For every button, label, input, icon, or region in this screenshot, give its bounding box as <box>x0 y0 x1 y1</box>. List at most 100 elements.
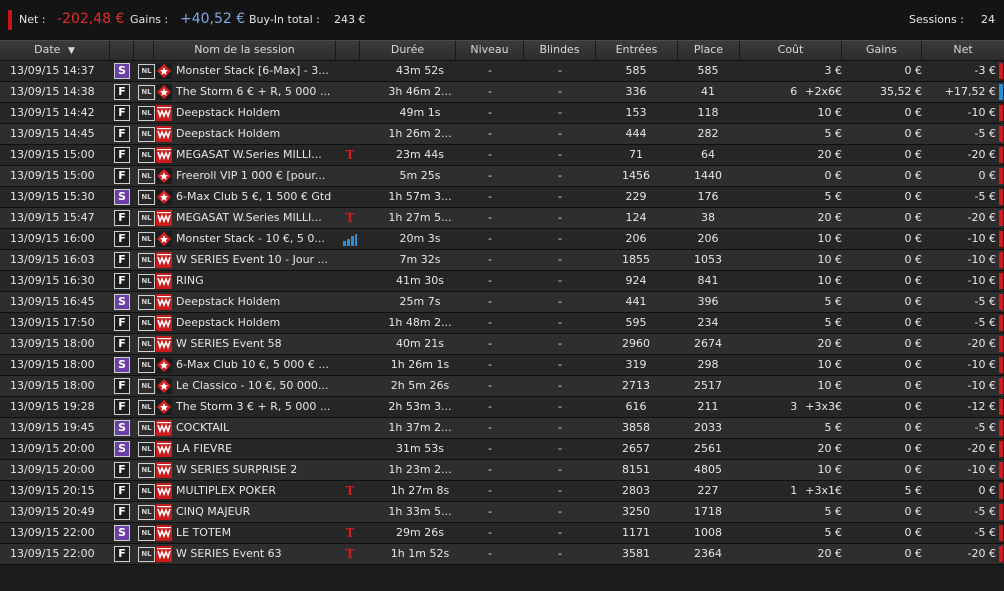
session-cost: 1 +3x1€ <box>740 481 842 501</box>
session-cost: 3 € <box>740 61 843 81</box>
session-flag: T <box>342 145 358 165</box>
session-place: 176 <box>697 190 719 203</box>
variant-badge: NL <box>138 442 155 457</box>
table-row[interactable]: 13/09/15 15:00 F NL Freeroll VIP 1 000 € [p… <box>0 166 1004 187</box>
table-row[interactable]: 13/09/15 15:30 S NL 6-Max Club 5 €, 1 500 €… <box>0 187 1004 208</box>
session-duration: 23m 44s <box>396 148 444 161</box>
table-row[interactable]: 13/09/15 22:00 S NL LE TOTEM T 29m 26s - - 1171 1… <box>0 523 1004 544</box>
session-net: -20 € <box>967 442 996 455</box>
session-name: CINQ MAJEUR <box>176 505 251 518</box>
table-row[interactable]: 13/09/15 16:03 F NL W SERIES Event 10 - Jou… <box>0 250 1004 271</box>
session-place: 841 <box>697 274 719 287</box>
session-gains: 35,52 € <box>880 85 922 98</box>
session-entries: 616 <box>625 400 647 413</box>
session-entries: 3250 <box>622 505 650 518</box>
table-row[interactable]: 13/09/15 20:49 F NL CINQ MAJEUR 1h 33m 5... -… <box>0 502 1004 523</box>
session-type-badge: F <box>114 315 130 331</box>
table-row[interactable]: 13/09/15 22:00 F NL W SERIES Event 63 T 1h 1m… <box>0 544 1004 565</box>
session-name: Deepstack Holdem <box>176 316 281 329</box>
session-entries: 8151 <box>622 463 650 476</box>
session-name: MEGASAT W.Series MILLI... <box>176 211 322 224</box>
table-row[interactable]: 13/09/15 18:00 F NL W SERIES Event 58 40m 21… <box>0 334 1004 355</box>
session-level: - <box>488 211 492 224</box>
net-value: -202,48 € <box>57 11 125 27</box>
session-gains: 0 € <box>904 547 923 560</box>
table-row[interactable]: 13/09/15 19:45 S NL COCKTAIL 1h 37m 2... - - 38… <box>0 418 1004 439</box>
session-level: - <box>488 379 492 392</box>
session-date: 13/09/15 14:42 <box>10 106 95 119</box>
session-place: 227 <box>697 484 719 497</box>
table-row[interactable]: 13/09/15 20:00 F NL W SERIES SURPRISE 2 1h 2… <box>0 460 1004 481</box>
net-indicator-bar <box>999 378 1003 394</box>
column-gains[interactable]: Gains <box>842 41 922 60</box>
cost-value: 20 € <box>817 442 843 455</box>
session-net: -10 € <box>967 232 996 245</box>
session-gains: 5 € <box>904 484 923 497</box>
cost-buyin: 6 <box>790 85 798 98</box>
table-row[interactable]: 13/09/15 15:47 F NL MEGASAT W.Series MILLI.… <box>0 208 1004 229</box>
column-duration[interactable]: Durée <box>360 41 456 60</box>
column-cost[interactable]: Coût <box>740 41 842 60</box>
column-net[interactable]: Net <box>922 41 1004 60</box>
cost-value: 5 € <box>824 316 843 329</box>
winamax-icon <box>156 210 172 226</box>
column-date[interactable]: Date ▼ <box>0 41 110 60</box>
column-name[interactable]: Nom de la session <box>154 41 336 60</box>
table-row[interactable]: 13/09/15 16:30 F NL RING 41m 30s - - 924 841 10 €… <box>0 271 1004 292</box>
session-flag <box>342 229 358 249</box>
column-variant[interactable] <box>134 41 154 60</box>
table-row[interactable]: 13/09/15 14:45 F NL Deepstack Holdem 1h 26m … <box>0 124 1004 145</box>
session-cost: 10 € <box>740 376 843 396</box>
column-level[interactable]: Niveau <box>456 41 524 60</box>
session-cost: 10 € <box>740 460 843 480</box>
session-entries: 319 <box>625 358 647 371</box>
table-row[interactable]: 13/09/15 14:42 F NL Deepstack Holdem 49m 1s -… <box>0 103 1004 124</box>
column-flag[interactable] <box>336 41 360 60</box>
net-indicator-bar <box>999 483 1003 499</box>
session-place: 1440 <box>694 169 722 182</box>
session-level: - <box>488 190 492 203</box>
session-name: Monster Stack - 10 €, 5 0... <box>176 232 325 245</box>
net-label: Net : <box>19 13 46 26</box>
session-duration: 1h 33m 5... <box>388 505 452 518</box>
session-blinds: - <box>558 358 562 371</box>
session-cost: 20 € <box>740 439 843 459</box>
session-place: 2364 <box>694 547 722 560</box>
net-indicator-bar <box>999 294 1003 310</box>
column-type[interactable] <box>110 41 134 60</box>
sessions-table-body: 13/09/15 14:37 S NL Monster Stack [6-Max] -… <box>0 61 1004 565</box>
table-row[interactable]: 13/09/15 14:38 F NL The Storm 6 € + R, 5 00… <box>0 82 1004 103</box>
session-cost: 10 € <box>740 229 843 249</box>
session-date: 13/09/15 22:00 <box>10 526 95 539</box>
column-blinds[interactable]: Blindes <box>524 41 596 60</box>
table-row[interactable]: 13/09/15 20:00 S NL LA FIEVRE 31m 53s - - 2657 2… <box>0 439 1004 460</box>
column-entries[interactable]: Entrées <box>596 41 678 60</box>
session-type-badge: F <box>114 168 130 184</box>
session-gains: 0 € <box>904 421 923 434</box>
session-level: - <box>488 253 492 266</box>
session-blinds: - <box>558 232 562 245</box>
table-row[interactable]: 13/09/15 16:45 S NL Deepstack Holdem 25m 7s -… <box>0 292 1004 313</box>
session-blinds: - <box>558 484 562 497</box>
session-level: - <box>488 295 492 308</box>
net-indicator-bar <box>999 273 1003 289</box>
table-row[interactable]: 13/09/15 16:00 F NL Monster Stack - 10 €, 5… <box>0 229 1004 250</box>
column-duration-label: Durée <box>390 43 425 56</box>
table-row[interactable]: 13/09/15 20:15 F NL MULTIPLEX POKER T 1h 27m … <box>0 481 1004 502</box>
table-row[interactable]: 13/09/15 19:28 F NL The Storm 3 € + R, 5 00… <box>0 397 1004 418</box>
session-place: 2561 <box>694 442 722 455</box>
session-blinds: - <box>558 64 562 77</box>
winamax-icon <box>156 252 172 268</box>
session-place: 1008 <box>694 526 722 539</box>
table-row[interactable]: 13/09/15 14:37 S NL Monster Stack [6-Max] -… <box>0 61 1004 82</box>
table-row[interactable]: 13/09/15 15:00 F NL MEGASAT W.Series MILLI.… <box>0 145 1004 166</box>
table-row[interactable]: 13/09/15 18:00 S NL 6-Max Club 10 €, 5 000 … <box>0 355 1004 376</box>
session-place: 2517 <box>694 379 722 392</box>
session-net: -5 € <box>974 316 996 329</box>
table-row[interactable]: 13/09/15 18:00 F NL Le Classico - 10 €, 50 … <box>0 376 1004 397</box>
table-row[interactable]: 13/09/15 17:50 F NL Deepstack Holdem 1h 48m … <box>0 313 1004 334</box>
session-flag <box>342 166 358 186</box>
column-place[interactable]: Place <box>678 41 740 60</box>
table-header: Date ▼ Nom de la session Durée Niveau Bl… <box>0 40 1004 61</box>
session-cost: 5 € <box>740 124 843 144</box>
